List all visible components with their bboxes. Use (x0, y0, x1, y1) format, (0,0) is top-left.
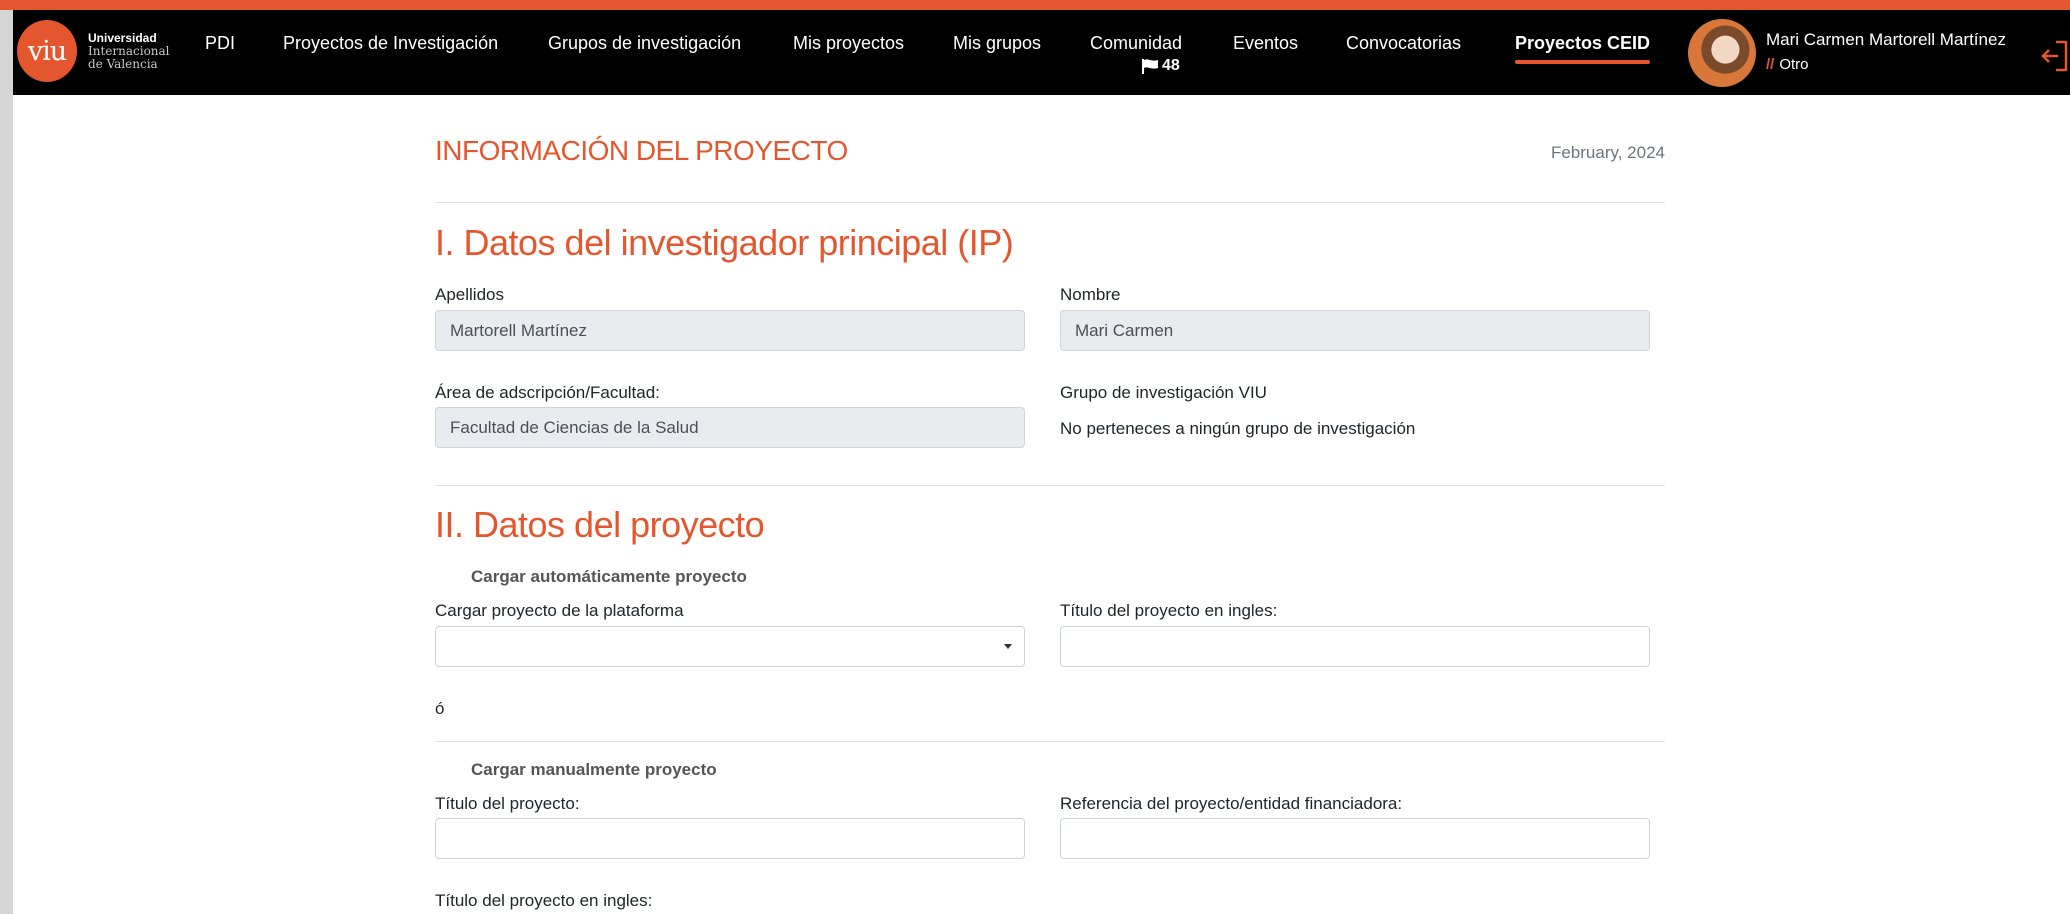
top-navbar: viu Universidad Internacional de Valenci… (13, 10, 2070, 95)
user-role: //Otro (1766, 56, 1809, 73)
project-title-input[interactable] (435, 818, 1025, 859)
user-avatar[interactable] (1688, 19, 1756, 87)
area-label: Área de adscripción/Facultad: (435, 383, 660, 402)
reference-input[interactable] (1060, 818, 1650, 859)
nav-proyectos-investigacion[interactable]: Proyectos de Investigación (283, 33, 498, 54)
nav-eventos[interactable]: Eventos (1233, 33, 1298, 54)
manual-load-heading: Cargar manualmente proyecto (471, 760, 717, 779)
nav-mis-grupos[interactable]: Mis grupos (953, 33, 1041, 54)
nav-comunidad[interactable]: Comunidad (1090, 33, 1182, 54)
divider (435, 202, 1665, 203)
date-label: February, 2024 (1550, 143, 1665, 162)
project-title-label: Título del proyecto: (435, 794, 580, 813)
comunidad-count: 48 (1162, 57, 1180, 74)
logo-wordmark: Universidad Internacional de Valencia (88, 30, 170, 71)
comunidad-badge[interactable]: 48 (1142, 57, 1180, 75)
platform-project-select[interactable] (435, 626, 1025, 667)
logo-line-3: de Valencia (88, 56, 158, 71)
grupo-label: Grupo de investigación VIU (1060, 383, 1267, 402)
nav-convocatorias[interactable]: Convocatorias (1346, 33, 1461, 54)
role-label: Otro (1779, 56, 1809, 73)
or-separator: ó (435, 699, 445, 718)
reference-label: Referencia del proyecto/entidad financia… (1060, 794, 1403, 813)
divider (435, 741, 1665, 742)
section-2-title: II. Datos del proyecto (435, 504, 765, 545)
role-prefix: // (1766, 56, 1775, 73)
viu-logo[interactable]: viu Universidad Internacional de Valenci… (17, 20, 170, 82)
divider (435, 485, 1665, 486)
apellidos-field[interactable]: Martorell Martínez (435, 310, 1025, 351)
grupo-value: No perteneces a ningún grupo de investig… (1060, 419, 1416, 438)
apellidos-label: Apellidos (435, 285, 504, 304)
top-accent-line (0, 0, 2070, 10)
nombre-label: Nombre (1060, 285, 1121, 304)
logo-line-1: Universidad (88, 30, 157, 45)
page-title: INFORMACIÓN DEL PROYECTO (435, 135, 848, 166)
page: viu Universidad Internacional de Valenci… (13, 10, 2070, 914)
logout-button[interactable] (2040, 38, 2070, 74)
nav-pdi[interactable]: PDI (205, 33, 235, 54)
nombre-field[interactable]: Mari Carmen (1060, 310, 1650, 351)
nav-grupos-investigacion[interactable]: Grupos de investigación (548, 33, 741, 54)
title-en-input[interactable] (1060, 626, 1650, 667)
nav-mis-proyectos[interactable]: Mis proyectos (793, 33, 904, 54)
logo-mark: viu (17, 20, 77, 82)
nav-proyectos-ceid[interactable]: Proyectos CEID (1515, 33, 1651, 64)
auto-load-heading: Cargar automáticamente proyecto (471, 567, 747, 586)
logout-icon (2041, 40, 2068, 72)
chevron-down-icon (1004, 644, 1012, 649)
section-1-title: I. Datos del investigador principal (IP) (435, 222, 1014, 263)
title-en-label: Título del proyecto en ingles: (1060, 601, 1278, 620)
title-en-manual-label: Título del proyecto en ingles: (435, 891, 653, 910)
platform-project-label: Cargar proyecto de la plataforma (435, 601, 684, 620)
user-name[interactable]: Mari Carmen Martorell Martínez (1766, 30, 2006, 50)
area-field[interactable]: Facultad de Ciencias de la Salud (435, 407, 1025, 448)
logo-line-2: Internacional (88, 43, 170, 58)
flag-icon (1142, 58, 1158, 74)
